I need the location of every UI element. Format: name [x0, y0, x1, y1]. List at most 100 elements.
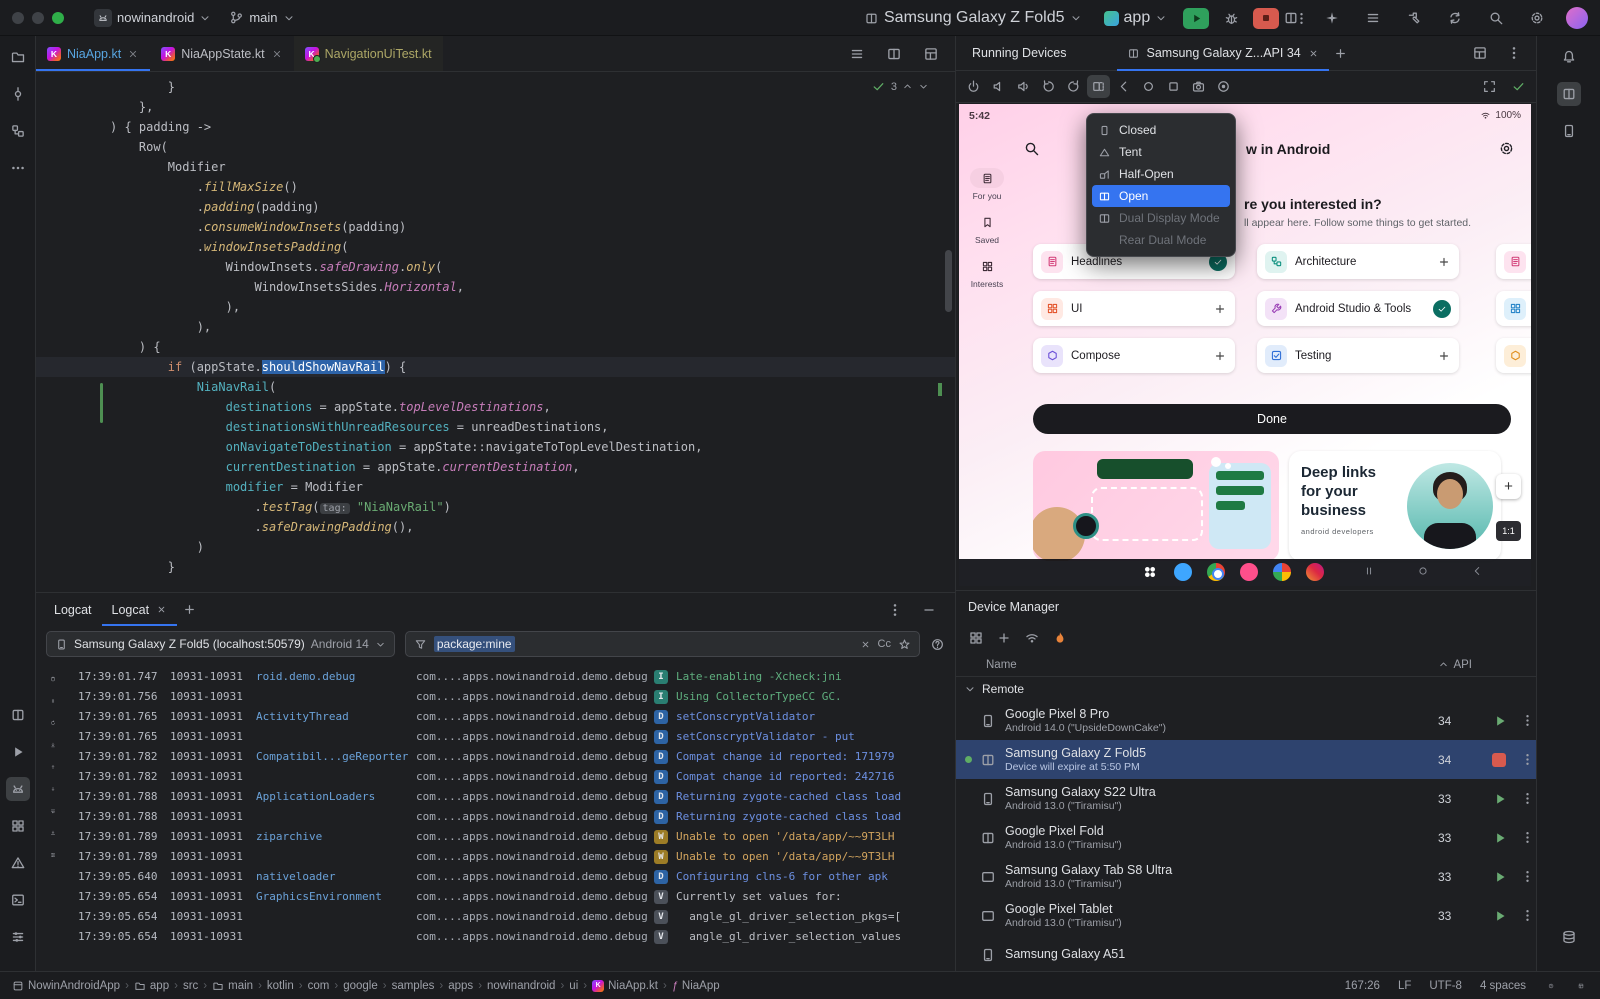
code-line[interactable]: }: [110, 557, 931, 577]
editor-scrollbar[interactable]: [945, 250, 952, 312]
breadcrumb-item[interactable]: app: [134, 980, 169, 992]
device-row[interactable]: Samsung Galaxy Z Fold5 Device will expir…: [956, 740, 1536, 779]
code-line[interactable]: modifier = Modifier: [110, 477, 931, 497]
code-editor[interactable]: } },) { padding -> Row( Modifier .fillMa…: [36, 72, 955, 592]
app-search-icon[interactable]: [1023, 140, 1040, 157]
logcat-row[interactable]: 17:39:01.78910931-10931ziparchivecom....…: [70, 827, 955, 847]
device-screen[interactable]: 5:42 100% w in Android For you Saved Int…: [959, 104, 1531, 586]
posture-option-tent[interactable]: Tent: [1092, 141, 1230, 163]
running-devices-tool-icon[interactable]: [6, 703, 30, 727]
logcat-row[interactable]: 17:39:01.76510931-10931ActivityThreadcom…: [70, 707, 955, 727]
logcat-row[interactable]: 17:39:05.65410931-10931GraphicsEnvironme…: [70, 887, 955, 907]
new-logcat-tab-button[interactable]: [177, 598, 201, 622]
start-device-button[interactable]: [1492, 791, 1508, 807]
topic-chip[interactable]: Compose: [1033, 338, 1235, 373]
clear-logcat-icon[interactable]: [46, 672, 60, 686]
device-explorer-icon[interactable]: [1557, 925, 1581, 949]
next-problem-icon[interactable]: [918, 81, 929, 92]
status-layout-widget-icon[interactable]: [1574, 979, 1588, 993]
logcat-row[interactable]: 17:39:05.64010931-10931nativeloadercom..…: [70, 867, 955, 887]
logcat-row[interactable]: 17:39:01.78810931-10931com....apps.nowin…: [70, 807, 955, 827]
logcat-device-selector[interactable]: Samsung Galaxy Z Fold5 (localhost:50579)…: [46, 631, 395, 657]
breadcrumb-item[interactable]: ui: [569, 980, 578, 992]
logcat-row[interactable]: 17:39:01.74710931-10931roid.demo.debugco…: [70, 667, 955, 687]
running-devices-icon[interactable]: [1557, 82, 1581, 106]
taskbar-home-icon[interactable]: [1417, 565, 1429, 577]
topic-chip-clipped[interactable]: [1496, 338, 1531, 373]
branch-selector[interactable]: main: [223, 7, 300, 28]
start-device-button[interactable]: [1492, 908, 1508, 924]
breadcrumb-item[interactable]: KNiaApp.kt: [592, 980, 658, 992]
taskbar-nav[interactable]: [1363, 565, 1483, 577]
window-controls[interactable]: [12, 12, 64, 24]
topic-add-icon[interactable]: [1437, 255, 1451, 269]
volume-up-icon[interactable]: [1012, 75, 1035, 98]
topic-chip-clipped[interactable]: [1496, 244, 1531, 279]
breadcrumb-item[interactable]: ƒNiaApp: [672, 980, 720, 992]
nav-item-for-you[interactable]: For you: [970, 168, 1004, 201]
device-menu-icon[interactable]: [1520, 713, 1535, 728]
more-tool-windows-icon[interactable]: [6, 156, 30, 180]
running-device-tab[interactable]: Samsung Galaxy Z...API 34: [1117, 36, 1329, 71]
code-line[interactable]: onNavigateToDestination = appState::navi…: [110, 437, 931, 457]
pair-wifi-icon[interactable]: [1020, 626, 1044, 650]
posture-option-dual-display-mode[interactable]: Dual Display Mode: [1092, 207, 1230, 229]
run-button[interactable]: [1183, 8, 1209, 29]
screenshot-icon[interactable]: [1187, 75, 1210, 98]
code-line[interactable]: NiaNavRail(: [110, 377, 931, 397]
logcat-row[interactable]: 17:39:01.78910931-10931com....apps.nowin…: [70, 847, 955, 867]
breadcrumb-item[interactable]: kotlin: [267, 980, 294, 992]
app-settings-icon[interactable]: [1498, 140, 1515, 157]
logcat-log-list[interactable]: 17:39:01.74710931-10931roid.demo.debugco…: [70, 662, 955, 971]
editor-tab-list-icon[interactable]: [845, 42, 869, 66]
nav-item-interests[interactable]: Interests: [970, 256, 1004, 289]
code-line[interactable]: ) {: [110, 337, 931, 357]
hide-logcat-icon[interactable]: [917, 598, 941, 622]
topic-chip[interactable]: Android Studio & Tools: [1257, 291, 1459, 326]
topic-chip-clipped[interactable]: [1496, 291, 1531, 326]
breadcrumb-item[interactable]: src: [183, 980, 198, 992]
project-selector[interactable]: nowinandroid: [88, 6, 217, 30]
code-line[interactable]: WindowInsetsSides.Horizontal,: [110, 277, 931, 297]
code-line[interactable]: ) { padding ->: [110, 117, 931, 137]
terminal-icon[interactable]: [6, 888, 30, 912]
posture-option-half-open[interactable]: Half-Open: [1092, 163, 1230, 185]
breadcrumb-item[interactable]: samples: [392, 980, 435, 992]
export-logs-icon[interactable]: [46, 826, 60, 840]
close-device-tab-icon[interactable]: [1308, 48, 1319, 59]
close-tab-icon[interactable]: [271, 48, 283, 60]
start-device-button[interactable]: [1492, 830, 1508, 846]
add-device-tab-button[interactable]: [1329, 41, 1353, 65]
structure-icon[interactable]: [6, 119, 30, 143]
code-line[interactable]: Modifier: [110, 157, 931, 177]
window-minimize-button[interactable]: [32, 12, 44, 24]
device-row[interactable]: Google Pixel Fold Android 13.0 ("Tiramis…: [956, 818, 1536, 857]
start-device-button[interactable]: [1492, 713, 1508, 729]
code-line[interactable]: .padding(padding): [110, 197, 931, 217]
device-ready-icon[interactable]: [1507, 75, 1530, 98]
logcat-settings-icon[interactable]: [46, 848, 60, 862]
editor-layout-icon[interactable]: [919, 42, 943, 66]
problems-icon[interactable]: [6, 851, 30, 875]
editor-tab[interactable]: K NiaApp.kt: [36, 36, 150, 71]
rotate-left-icon[interactable]: [1037, 75, 1060, 98]
code-line[interactable]: .windowInsetsPadding(: [110, 237, 931, 257]
posture-option-closed[interactable]: Closed: [1092, 119, 1230, 141]
firebase-devices-icon[interactable]: [1048, 626, 1072, 650]
zoom-to-fit-icon[interactable]: [1478, 75, 1501, 98]
breadcrumb-item[interactable]: com: [308, 980, 330, 992]
posture-option-open[interactable]: Open: [1092, 185, 1230, 207]
run-configuration-selector[interactable]: app: [1098, 6, 1174, 30]
next-message-icon[interactable]: [46, 782, 60, 796]
done-button[interactable]: Done: [1033, 404, 1511, 434]
file-encoding[interactable]: UTF-8: [1429, 980, 1462, 992]
power-button-icon[interactable]: [962, 75, 985, 98]
logcat-row[interactable]: 17:39:01.75610931-10931com....apps.nowin…: [70, 687, 955, 707]
taskbar-apps[interactable]: [1141, 563, 1324, 581]
logcat-row[interactable]: 17:39:01.78210931-10931Compatibil...geRe…: [70, 747, 955, 767]
device-row[interactable]: Samsung Galaxy Tab S8 Ultra Android 13.0…: [956, 857, 1536, 896]
pink-app-icon[interactable]: [1240, 563, 1258, 581]
notifications-icon[interactable]: [1557, 45, 1581, 69]
breadcrumb-item[interactable]: nowinandroid: [487, 980, 555, 992]
todo-list-icon[interactable]: [1361, 6, 1385, 30]
